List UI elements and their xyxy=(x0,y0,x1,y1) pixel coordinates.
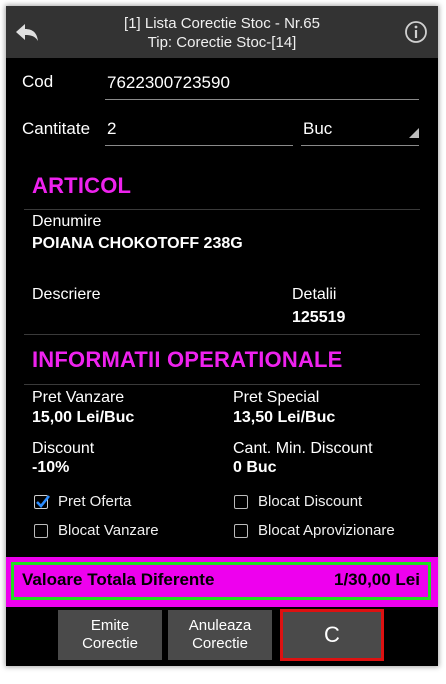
cant-min-discount-label: Cant. Min. Discount xyxy=(233,440,373,457)
pret-oferta-label: Pret Oferta xyxy=(58,493,132,510)
pret-vanzare-label: Pret Vanzare xyxy=(32,389,125,406)
app-window: [1] Lista Corectie Stoc - Nr.65 Tip: Cor… xyxy=(6,6,438,666)
cod-input[interactable]: 7622300723590 xyxy=(105,73,419,100)
blocat-aprovizionare-label: Blocat Aprovizionare xyxy=(258,522,395,539)
back-arrow-icon[interactable] xyxy=(14,20,40,44)
cantitate-input[interactable]: 2 xyxy=(105,119,293,146)
cod-value: 7622300723590 xyxy=(107,73,230,92)
pret-vanzare-value: 15,00 Lei/Buc xyxy=(32,409,135,426)
blocat-aprovizionare-checkbox[interactable]: Blocat Aprovizionare xyxy=(232,521,432,541)
unit-select[interactable]: Buc xyxy=(301,119,419,146)
pret-special-label: Pret Special xyxy=(233,389,320,406)
c-button-label: C xyxy=(324,622,340,647)
cod-label: Cod xyxy=(22,72,54,91)
pret-oferta-checkbox[interactable]: Pret Oferta xyxy=(32,492,212,512)
discount-label: Discount xyxy=(32,440,95,457)
checkbox-box xyxy=(34,524,48,538)
denumire-value: POIANA CHOKOTOFF 238G xyxy=(32,235,243,252)
cantitate-value: 2 xyxy=(107,119,117,138)
divider xyxy=(24,384,420,385)
unit-value: Buc xyxy=(303,119,333,138)
emite-corectie-line2: Corectie xyxy=(82,635,138,652)
discount-value: -10% xyxy=(32,459,70,476)
pret-special-value: 13,50 Lei/Buc xyxy=(233,409,336,426)
total-value: 1/30,00 Lei xyxy=(333,570,420,589)
divider xyxy=(24,209,420,210)
blocat-vanzare-label: Blocat Vanzare xyxy=(58,522,159,539)
cantitate-label: Cantitate xyxy=(22,119,91,138)
header-title-line2: Tip: Corectie Stoc-[14] xyxy=(147,34,297,51)
cant-min-discount-value: 0 Buc xyxy=(233,459,277,476)
header-title-line1: [1] Lista Corectie Stoc - Nr.65 xyxy=(124,15,320,32)
total-label: Valoare Totala Diferente xyxy=(22,570,215,589)
articol-section-title: ARTICOL xyxy=(32,173,132,198)
detalii-value: 125519 xyxy=(292,309,346,326)
dropdown-triangle-icon xyxy=(409,123,419,143)
anuleaza-corectie-button[interactable]: Anuleaza Corectie xyxy=(168,610,272,660)
header-bar: [1] Lista Corectie Stoc - Nr.65 Tip: Cor… xyxy=(6,6,438,58)
blocat-vanzare-checkbox[interactable]: Blocat Vanzare xyxy=(32,521,212,541)
detalii-label: Detalii xyxy=(292,286,337,303)
checkmark-icon xyxy=(33,492,53,517)
emite-corectie-button[interactable]: Emite Corectie xyxy=(58,610,162,660)
operational-section-title: INFORMATII OPERATIONALE xyxy=(32,347,343,372)
total-bar-highlight: Valoare Totala Diferente 1/30,00 Lei xyxy=(11,562,431,600)
c-button[interactable]: C xyxy=(280,609,384,661)
denumire-label: Denumire xyxy=(32,213,102,230)
anuleaza-corectie-line2: Corectie xyxy=(192,635,248,652)
descriere-label: Descriere xyxy=(32,286,101,303)
info-icon[interactable] xyxy=(404,20,428,44)
checkbox-box xyxy=(234,524,248,538)
blocat-discount-checkbox[interactable]: Blocat Discount xyxy=(232,492,422,512)
divider xyxy=(24,334,420,335)
blocat-discount-label: Blocat Discount xyxy=(258,493,363,510)
anuleaza-corectie-line1: Anuleaza xyxy=(188,617,252,634)
emite-corectie-line1: Emite xyxy=(90,617,130,634)
checkbox-box xyxy=(234,495,248,509)
